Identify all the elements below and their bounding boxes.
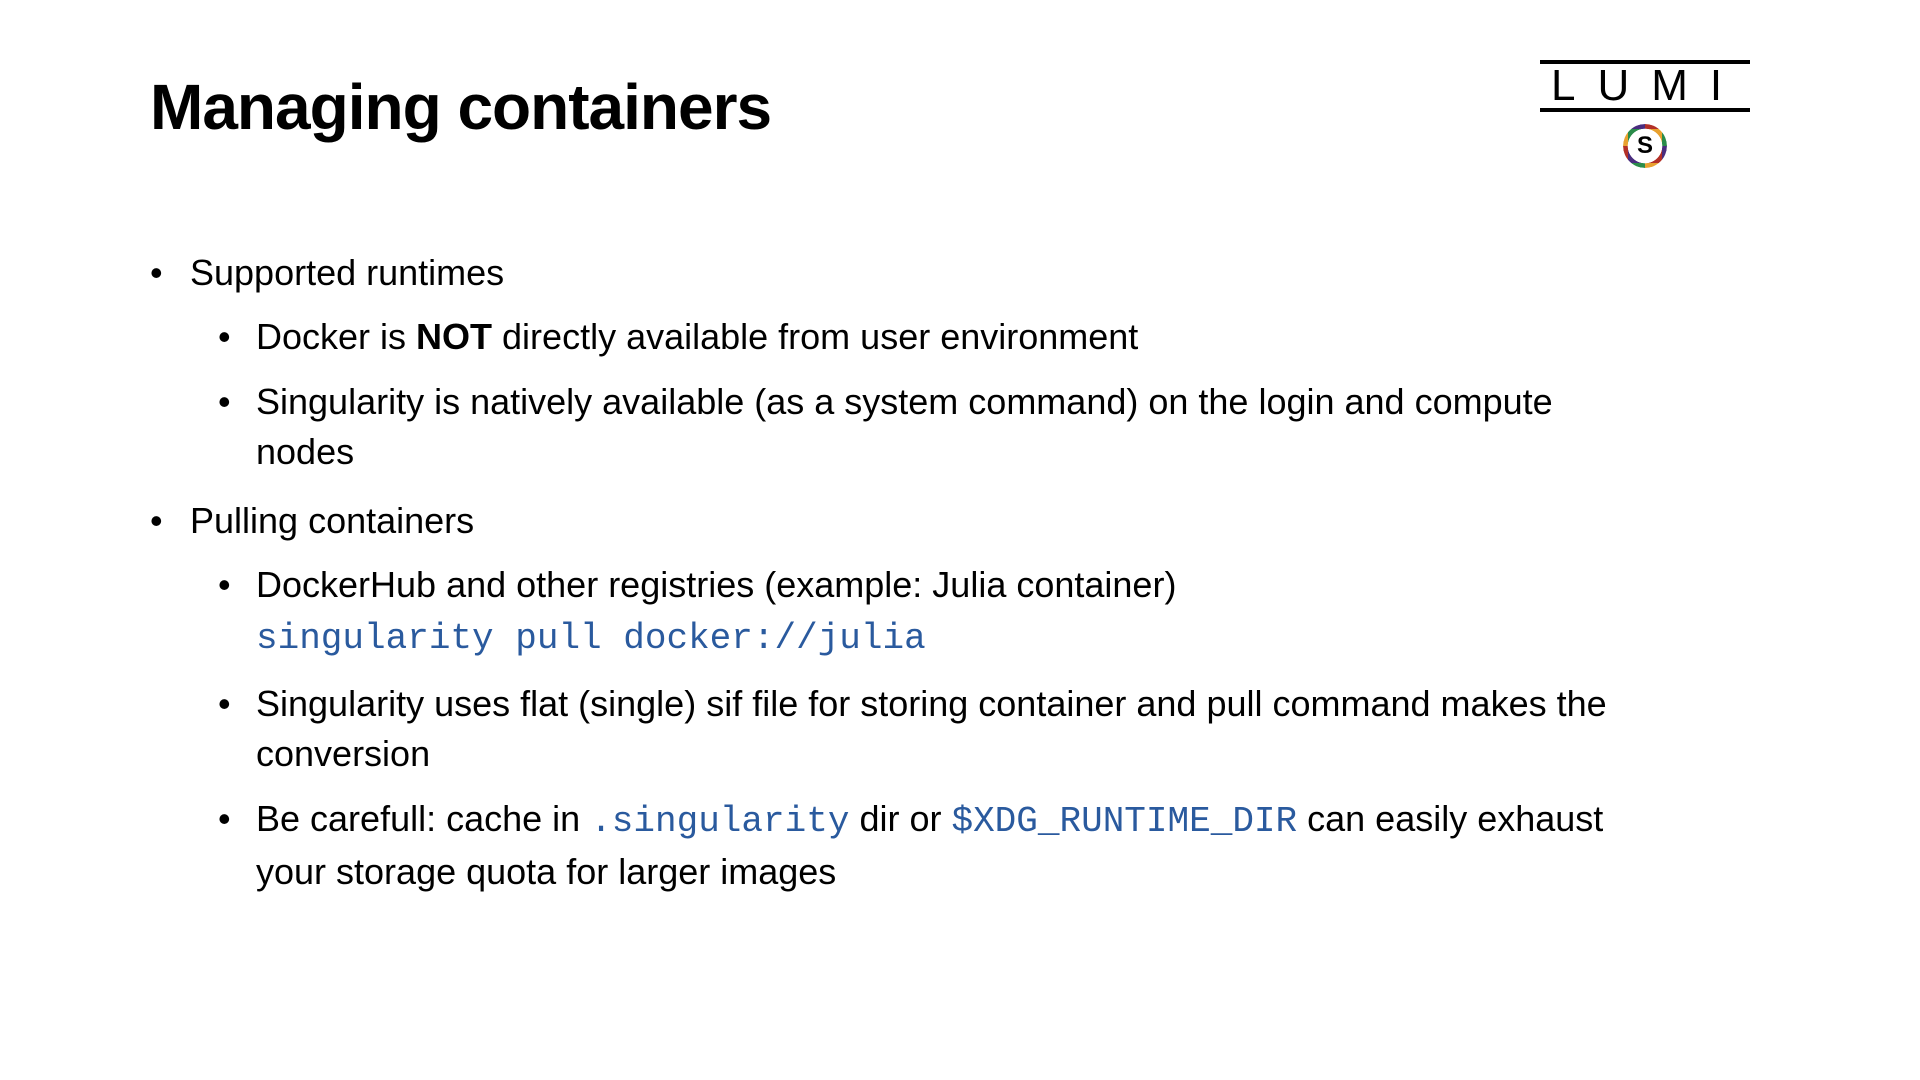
text-fragment: DockerHub and other registries (example:…	[256, 564, 1176, 605]
sub-bullet-dockerhub: DockerHub and other registries (example:…	[218, 560, 1618, 665]
sub-bullet-docker: Docker is NOT directly available from us…	[218, 312, 1618, 362]
text-bold-not: NOT	[416, 316, 492, 357]
text-fragment: Singularity is natively available (as a …	[256, 381, 1553, 472]
sub-bullet-cache-warning: Be carefull: cache in .singularity dir o…	[218, 794, 1618, 898]
bullet-label: Pulling containers	[190, 500, 474, 541]
bullet-pulling-containers: Pulling containers DockerHub and other r…	[150, 496, 1770, 898]
singularity-logo-icon: S	[1623, 124, 1667, 168]
lumi-logo: LUMI	[1540, 60, 1750, 112]
code-singularity-dir: .singularity	[590, 801, 849, 842]
slide-content: Supported runtimes Docker is NOT directl…	[150, 248, 1770, 897]
text-fragment: Be carefull: cache in	[256, 798, 590, 839]
text-fragment: directly available from user environment	[492, 316, 1138, 357]
sub-bullet-singularity-native: Singularity is natively available (as a …	[218, 377, 1618, 478]
bullet-supported-runtimes: Supported runtimes Docker is NOT directl…	[150, 248, 1770, 478]
text-fragment: Singularity uses flat (single) sif file …	[256, 683, 1607, 774]
lumi-logo-bottom-line	[1540, 108, 1750, 112]
singularity-letter: S	[1623, 124, 1667, 168]
slide-header: Managing containers LUMI S	[150, 60, 1770, 168]
text-fragment: Docker is	[256, 316, 416, 357]
slide: Managing containers LUMI S Supported run…	[0, 0, 1920, 1080]
slide-title: Managing containers	[150, 70, 771, 144]
sub-bullet-sif-file: Singularity uses flat (single) sif file …	[218, 679, 1618, 780]
bullet-list: Supported runtimes Docker is NOT directl…	[150, 248, 1770, 897]
bullet-label: Supported runtimes	[190, 252, 504, 293]
sub-bullet-list: DockerHub and other registries (example:…	[190, 560, 1770, 897]
lumi-logo-text: LUMI	[1540, 64, 1750, 108]
text-fragment: dir or	[849, 798, 951, 839]
code-singularity-pull: singularity pull docker://julia	[256, 614, 1618, 664]
sub-bullet-list: Docker is NOT directly available from us…	[190, 312, 1770, 477]
code-xdg-runtime-dir: $XDG_RUNTIME_DIR	[951, 801, 1297, 842]
logo-group: LUMI S	[1540, 60, 1750, 168]
